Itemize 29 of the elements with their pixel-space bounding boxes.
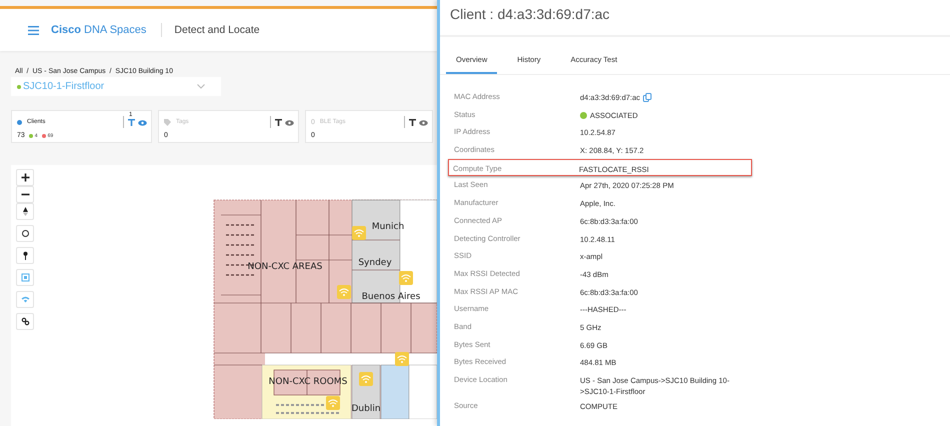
- copy-icon[interactable]: [643, 93, 652, 102]
- pin-button[interactable]: [16, 247, 34, 264]
- panel-title: Client : d4:a3:3d:69:d7:ac: [440, 0, 950, 37]
- compass-button[interactable]: [16, 203, 34, 220]
- menu-icon[interactable]: [28, 26, 39, 34]
- room-label: Buenos Aires: [362, 292, 420, 302]
- circle-button[interactable]: [16, 225, 34, 242]
- zoom-in-button[interactable]: [16, 169, 34, 186]
- tag-icon: [164, 118, 171, 126]
- status-dot: [580, 112, 587, 119]
- chevron-icon: [197, 84, 205, 89]
- room-label: NON-CXC AREAS: [248, 262, 322, 272]
- room-label: Dublin: [351, 404, 381, 414]
- filter-icon[interactable]: [275, 118, 282, 126]
- room-label: Syndey: [358, 258, 392, 268]
- status-dot: [17, 84, 21, 88]
- brand-name: Cisco DNA Spaces: [51, 24, 146, 36]
- fit-button[interactable]: [16, 269, 34, 286]
- wifi-button[interactable]: [16, 291, 34, 308]
- app-title: Detect and Locate: [174, 24, 260, 36]
- clients-dot: [17, 120, 22, 124]
- room-label: Munich: [372, 222, 404, 232]
- zoom-out-button[interactable]: [16, 186, 34, 203]
- filter-icon[interactable]: [409, 118, 416, 126]
- link-button[interactable]: [16, 313, 34, 330]
- room-label: NON-CXC ROOMS: [268, 377, 348, 387]
- eye-icon[interactable]: [285, 120, 294, 126]
- eye-icon[interactable]: [419, 120, 428, 126]
- eye-icon[interactable]: [138, 120, 147, 126]
